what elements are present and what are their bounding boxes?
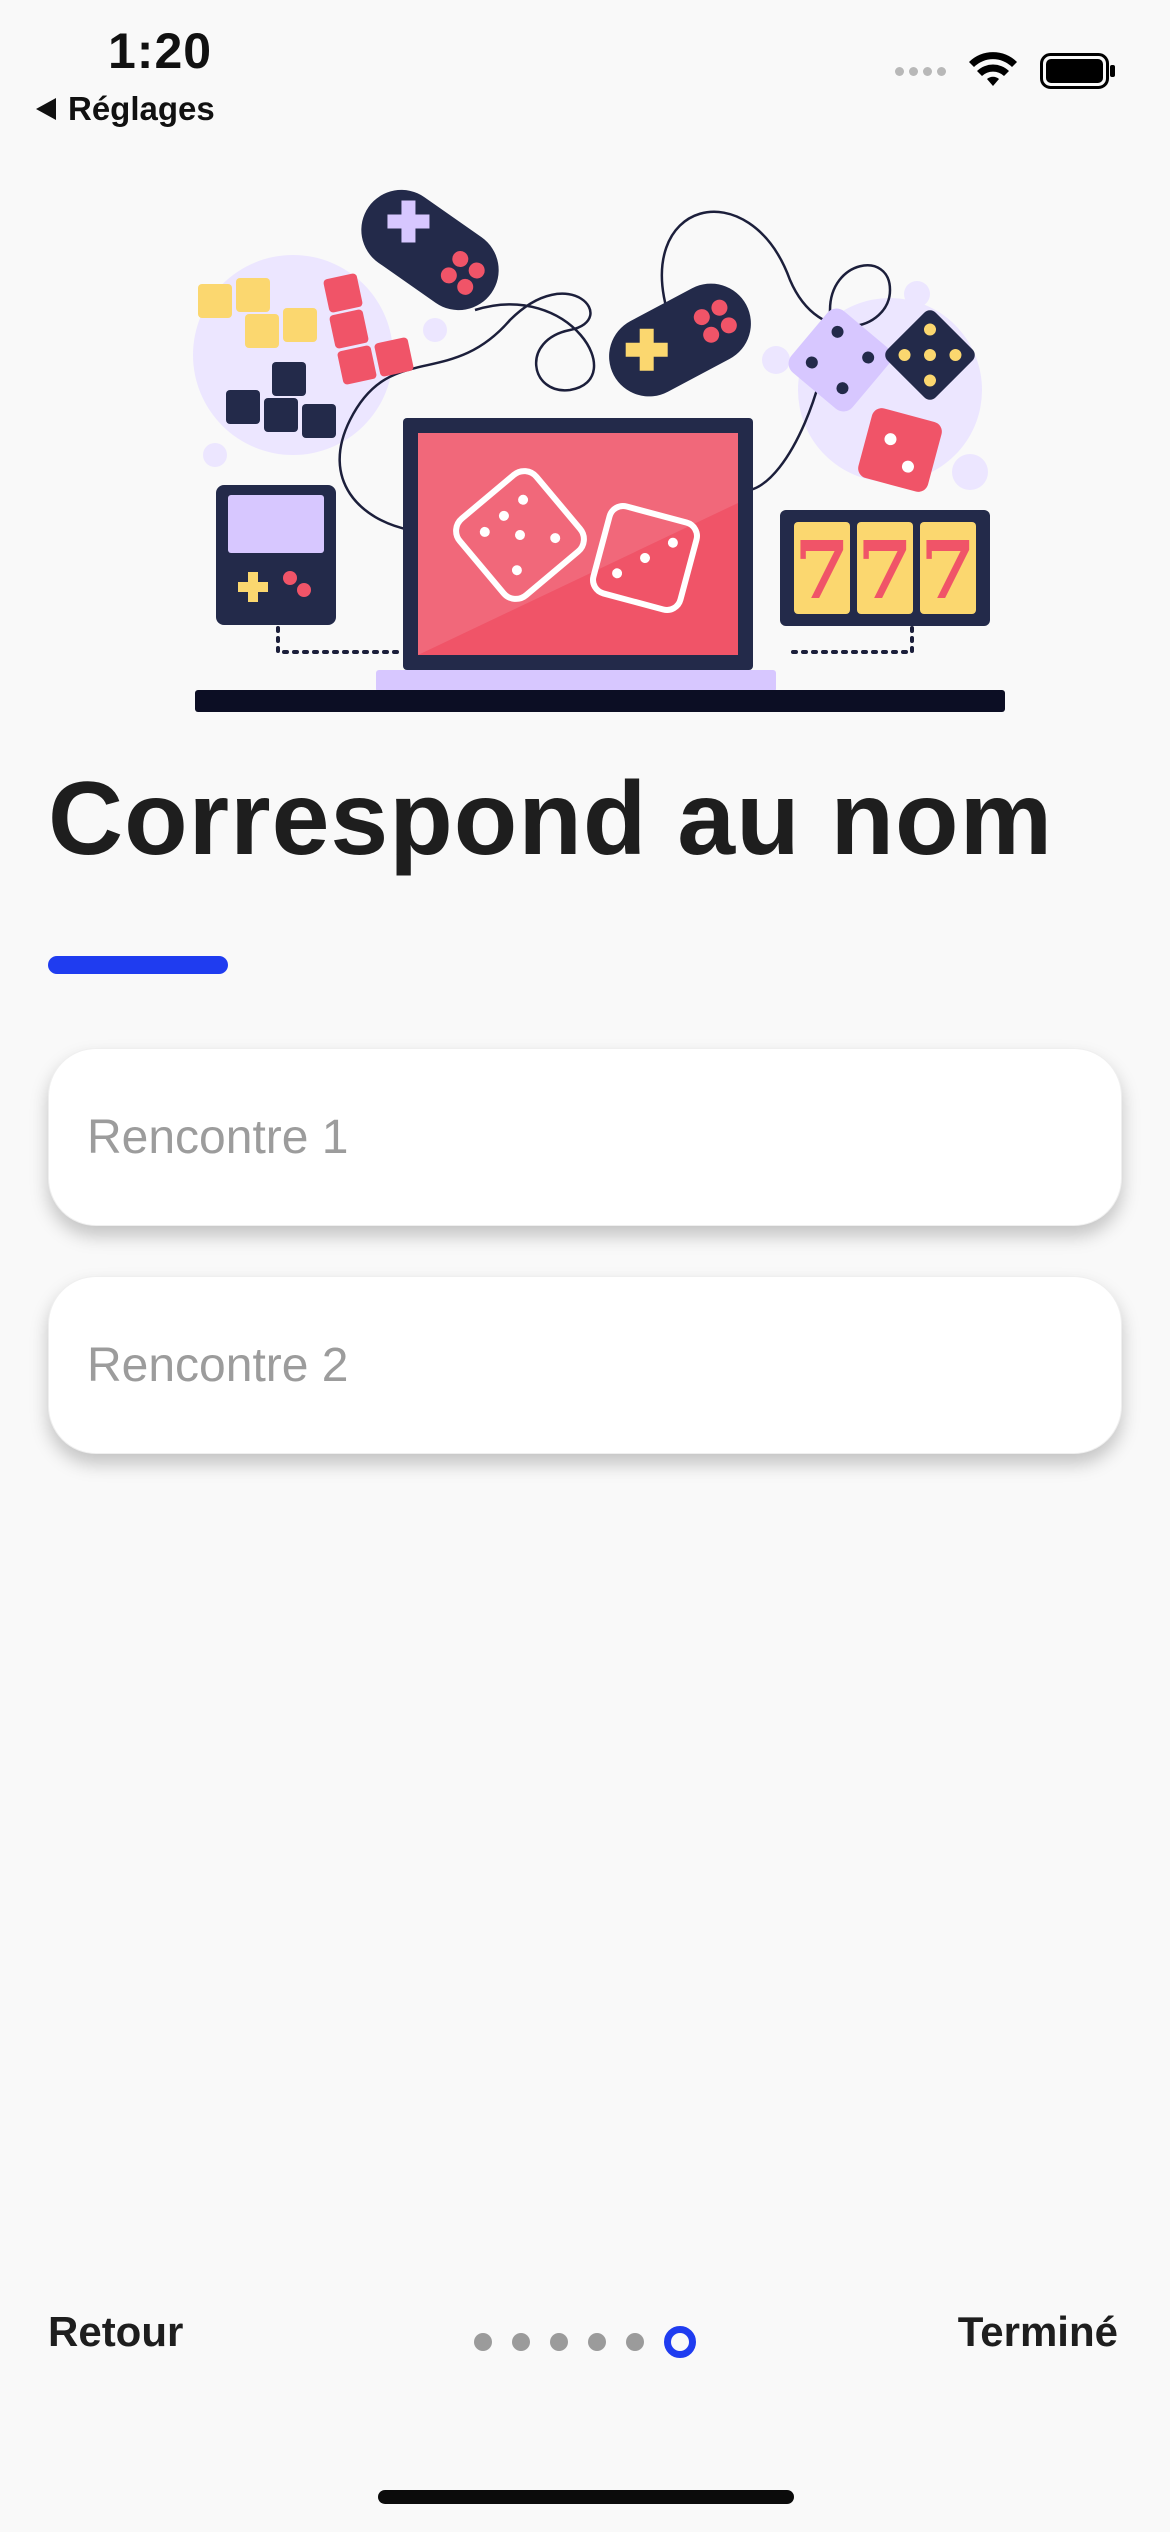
encounter-1-input[interactable] [49, 1049, 1121, 1225]
back-app-label: Réglages [68, 90, 215, 127]
back-to-app-link[interactable]: Réglages [36, 90, 215, 128]
page-dot-3[interactable] [550, 2333, 568, 2351]
home-indicator[interactable] [378, 2490, 794, 2504]
page-dot-6-active[interactable] [664, 2326, 696, 2358]
status-time: 1:20 [108, 23, 213, 79]
page-dot-4[interactable] [588, 2333, 606, 2351]
games-illustration: 7 7 7 [193, 189, 1005, 712]
cellular-signal-icon [895, 66, 946, 76]
svg-text:7: 7 [857, 523, 913, 617]
done-button[interactable]: Terminé [958, 2308, 1118, 2356]
page-dot-5[interactable] [626, 2333, 644, 2351]
svg-text:7: 7 [794, 523, 850, 617]
encounter-1-field[interactable] [48, 1048, 1122, 1226]
status-bar: 1:20 Réglages [0, 0, 1170, 140]
page-dot-1[interactable] [474, 2333, 492, 2351]
page-dot-2[interactable] [512, 2333, 530, 2351]
status-icons [895, 52, 1116, 90]
back-triangle-icon [36, 98, 56, 120]
page-indicator [474, 2326, 696, 2358]
encounter-2-field[interactable] [48, 1276, 1122, 1454]
back-button[interactable]: Retour [48, 2308, 183, 2356]
page-title: Correspond au nom [48, 761, 1054, 877]
battery-icon [1040, 53, 1115, 89]
wifi-icon [969, 52, 1017, 86]
title-underline [48, 956, 228, 974]
svg-text:7: 7 [920, 523, 976, 617]
encounter-2-input[interactable] [49, 1277, 1121, 1453]
